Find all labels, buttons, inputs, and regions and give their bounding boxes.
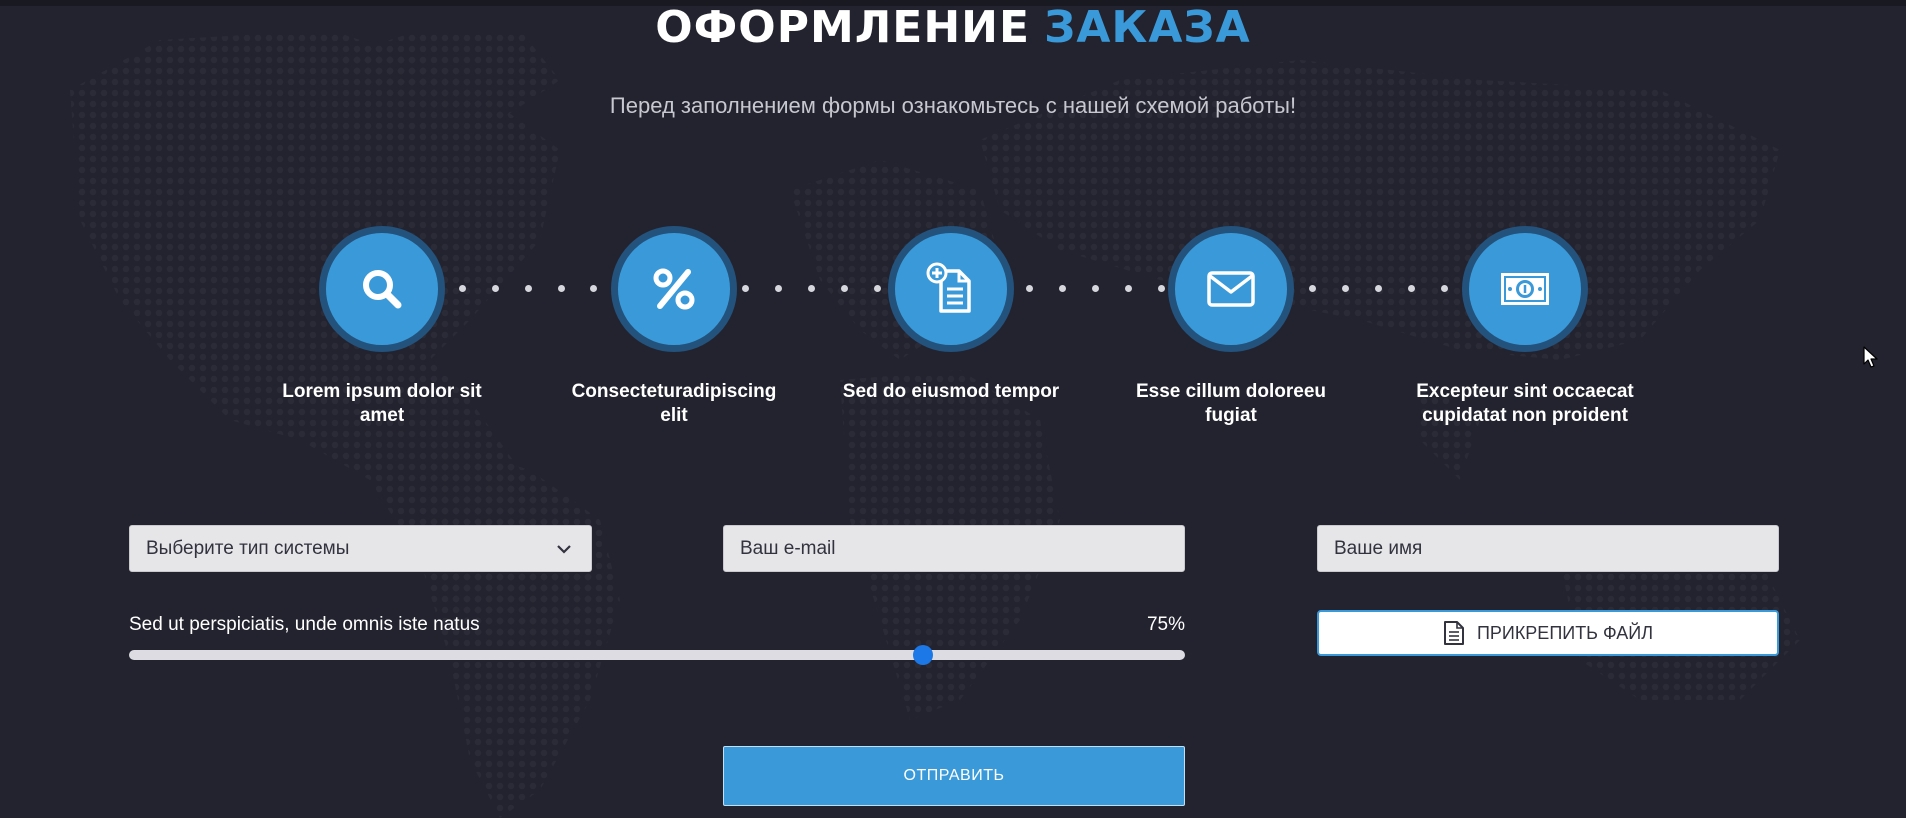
connector-dot [492, 285, 499, 292]
attach-file-button[interactable]: ПРИКРЕПИТЬ ФАЙЛ [1317, 610, 1779, 656]
step-circle [1462, 226, 1588, 352]
connector-dot [808, 285, 815, 292]
connector-dot [775, 285, 782, 292]
attach-file-label: ПРИКРЕПИТЬ ФАЙЛ [1476, 622, 1654, 643]
step-circle [888, 226, 1014, 352]
document-icon [1443, 621, 1464, 645]
connector-dot [1408, 285, 1415, 292]
step-4: Esse cillum doloreeu fugiat [1111, 226, 1351, 428]
connector-dot [590, 285, 597, 292]
search-icon [363, 270, 402, 309]
connector-dot [742, 285, 749, 292]
document-add-icon [926, 262, 971, 313]
slider-value: 75% [1146, 614, 1185, 635]
step-label: Lorem ipsum dolor sit amet [282, 381, 482, 426]
chevron-down-icon [557, 545, 571, 554]
connector-dot [874, 285, 881, 292]
banknote-icon [1501, 273, 1549, 305]
mouse-cursor-icon [1863, 346, 1878, 368]
connector-dot [1059, 285, 1066, 292]
envelope-icon [1207, 271, 1255, 307]
connector-dot [1026, 285, 1033, 292]
connector-dot [1375, 285, 1382, 292]
connector-dot [525, 285, 532, 292]
slider-label: Sed ut perspiciatis, unde omnis iste nat… [129, 614, 480, 635]
submit-button[interactable]: ОТПРАВИТЬ [723, 746, 1185, 806]
step-3: Sed do eiusmod tempor [831, 226, 1071, 404]
step-label: Consecteturadipiscing elit [571, 381, 777, 426]
step-label: Excepteur sint occaecat cupidatat non pr… [1416, 381, 1634, 426]
slider-track[interactable] [129, 650, 1185, 660]
step-5: Excepteur sint occaecat cupidatat non pr… [1405, 226, 1645, 428]
connector-dot [1158, 285, 1165, 292]
page-subtitle: Перед заполнением формы ознакомьтесь с н… [609, 93, 1297, 118]
step-2: Consecteturadipiscing elit [554, 226, 794, 428]
system-type-select-value: Выберите тип системы [146, 538, 350, 559]
slider-thumb[interactable] [913, 645, 933, 665]
connector-dot [1092, 285, 1099, 292]
step-1: Lorem ipsum dolor sit amet [262, 226, 502, 428]
connector-dot [1342, 285, 1349, 292]
page-title: ОФОРМЛЕНИЕ ЗАКАЗА [0, 2, 1906, 54]
step-circle [1168, 226, 1294, 352]
step-circle [611, 226, 737, 352]
step-label: Esse cillum doloreeu fugiat [1135, 381, 1327, 426]
name-field[interactable]: Ваше имя [1317, 525, 1779, 572]
title-main: ОФОРМЛЕНИЕ [655, 2, 1031, 53]
connector-dot [1125, 285, 1132, 292]
connector-dot [459, 285, 466, 292]
title-accent: ЗАКАЗА [1044, 2, 1251, 53]
connector-dot [558, 285, 565, 292]
system-type-select[interactable]: Выберите тип системы [129, 525, 592, 572]
step-label: Sed do eiusmod tempor [842, 381, 1060, 402]
connector-dot [841, 285, 848, 292]
step-circle [319, 226, 445, 352]
percent-icon [653, 268, 695, 310]
email-field[interactable]: Ваш e-mail [723, 525, 1185, 572]
connector-dot [1309, 285, 1316, 292]
connector-dot [1441, 285, 1448, 292]
